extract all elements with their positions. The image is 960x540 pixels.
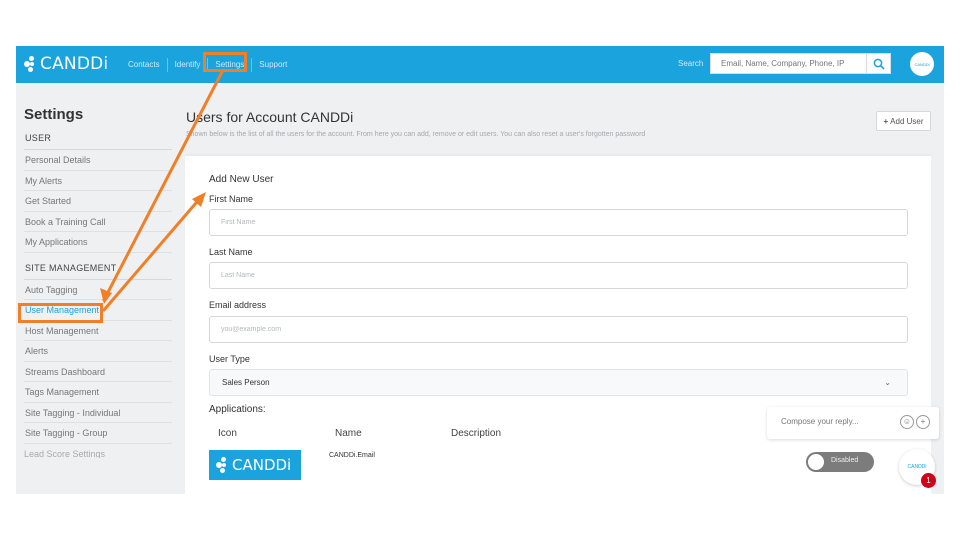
col-description-header: Description — [451, 428, 502, 439]
page-subtitle: Shown below is the list of all the users… — [186, 131, 646, 138]
sidebar-item-auto-tagging[interactable]: Auto Tagging — [24, 280, 172, 300]
sidebar-item-tags-management[interactable]: Tags Management — [24, 382, 172, 403]
col-icon-header: Icon — [218, 428, 237, 439]
nav-identify[interactable]: Identify — [168, 58, 208, 72]
candi-email-app-icon: CANDDi — [209, 450, 301, 480]
sidebar-section-user: USER — [24, 129, 172, 150]
app-icon-text: CANDDi — [232, 456, 292, 474]
chat-launcher-logo: CANDDi — [907, 464, 927, 470]
sidebar-item-my-alerts[interactable]: My Alerts — [24, 171, 172, 191]
search-input[interactable] — [710, 53, 866, 74]
logo-text: CANDDi — [40, 54, 109, 74]
sidebar-item-book-training[interactable]: Book a Training Call — [24, 212, 172, 232]
col-name-header: Name — [335, 428, 362, 439]
sidebar-item-my-applications[interactable]: My Applications — [24, 232, 172, 253]
sidebar-item-alerts[interactable]: Alerts — [24, 341, 172, 362]
sidebar-title: Settings — [24, 106, 84, 123]
add-user-label: Add User — [890, 116, 924, 126]
plus-icon: + — [883, 116, 889, 126]
logo-dots-icon — [24, 56, 38, 72]
chevron-down-icon: ⌄ — [884, 378, 891, 387]
sidebar-section-site-management: SITE MANAGEMENT — [24, 257, 172, 280]
top-navbar: CANDDi Contacts Identify Settings Suppor… — [16, 46, 944, 83]
nav-contacts[interactable]: Contacts — [121, 58, 167, 72]
search-icon — [873, 58, 885, 70]
unread-badge: 1 — [921, 473, 936, 488]
app-window: CANDDi Contacts Identify Settings Suppor… — [16, 46, 944, 494]
search-label: Search — [678, 59, 704, 68]
settings-sidebar: Settings USER Personal Details My Alerts… — [24, 106, 172, 458]
sidebar-item-truncated[interactable]: Lead Score Settings — [24, 444, 172, 458]
toggle-knob — [808, 454, 824, 470]
add-attachment-icon[interactable]: + — [916, 415, 930, 429]
applications-label: Applications: — [209, 404, 266, 415]
screenshot-stage: CANDDi Contacts Identify Settings Suppor… — [0, 0, 960, 540]
sidebar-item-streams-dashboard[interactable]: Streams Dashboard — [24, 362, 172, 382]
app-enable-toggle[interactable]: Disabled — [806, 452, 874, 472]
email-label: Email address — [209, 300, 267, 310]
sidebar-item-personal-details[interactable]: Personal Details — [24, 150, 172, 171]
candi-logo[interactable]: CANDDi — [24, 53, 108, 75]
form-heading: Add New User — [209, 174, 274, 185]
search-button[interactable] — [866, 53, 891, 74]
app-name: CANDDi.Email — [329, 452, 375, 459]
toggle-label: Disabled — [831, 457, 859, 464]
add-user-card: Add New User First Name Last Name Email … — [185, 154, 931, 494]
settings-highlight-box — [203, 52, 247, 72]
first-name-label: First Name — [209, 194, 254, 204]
sidebar-item-host-management[interactable]: Host Management — [24, 321, 172, 341]
sidebar-item-get-started[interactable]: Get Started — [24, 191, 172, 212]
account-avatar[interactable]: CANDDi — [910, 52, 934, 76]
add-user-button[interactable]: + Add User — [876, 111, 931, 131]
user-management-highlight-box — [18, 303, 103, 323]
logo-dots-icon — [216, 457, 230, 473]
chat-compose-box[interactable]: Compose your reply... ☺ + — [767, 407, 939, 439]
email-field[interactable] — [209, 316, 908, 343]
chat-compose-input[interactable]: Compose your reply... — [781, 417, 859, 426]
sidebar-item-site-tagging-group[interactable]: Site Tagging - Group — [24, 423, 172, 444]
emoji-icon[interactable]: ☺ — [900, 415, 914, 429]
user-type-label: User Type — [209, 354, 250, 364]
user-type-value: Sales Person — [222, 378, 270, 387]
first-name-field[interactable] — [209, 209, 908, 236]
user-type-select[interactable]: Sales Person ⌄ — [209, 369, 908, 396]
nav-support[interactable]: Support — [252, 58, 294, 72]
last-name-field[interactable] — [209, 262, 908, 289]
page-title: Users for Account CANDDi — [186, 109, 354, 125]
sidebar-item-site-tagging-individual[interactable]: Site Tagging - Individual — [24, 403, 172, 423]
last-name-label: Last Name — [209, 247, 253, 257]
